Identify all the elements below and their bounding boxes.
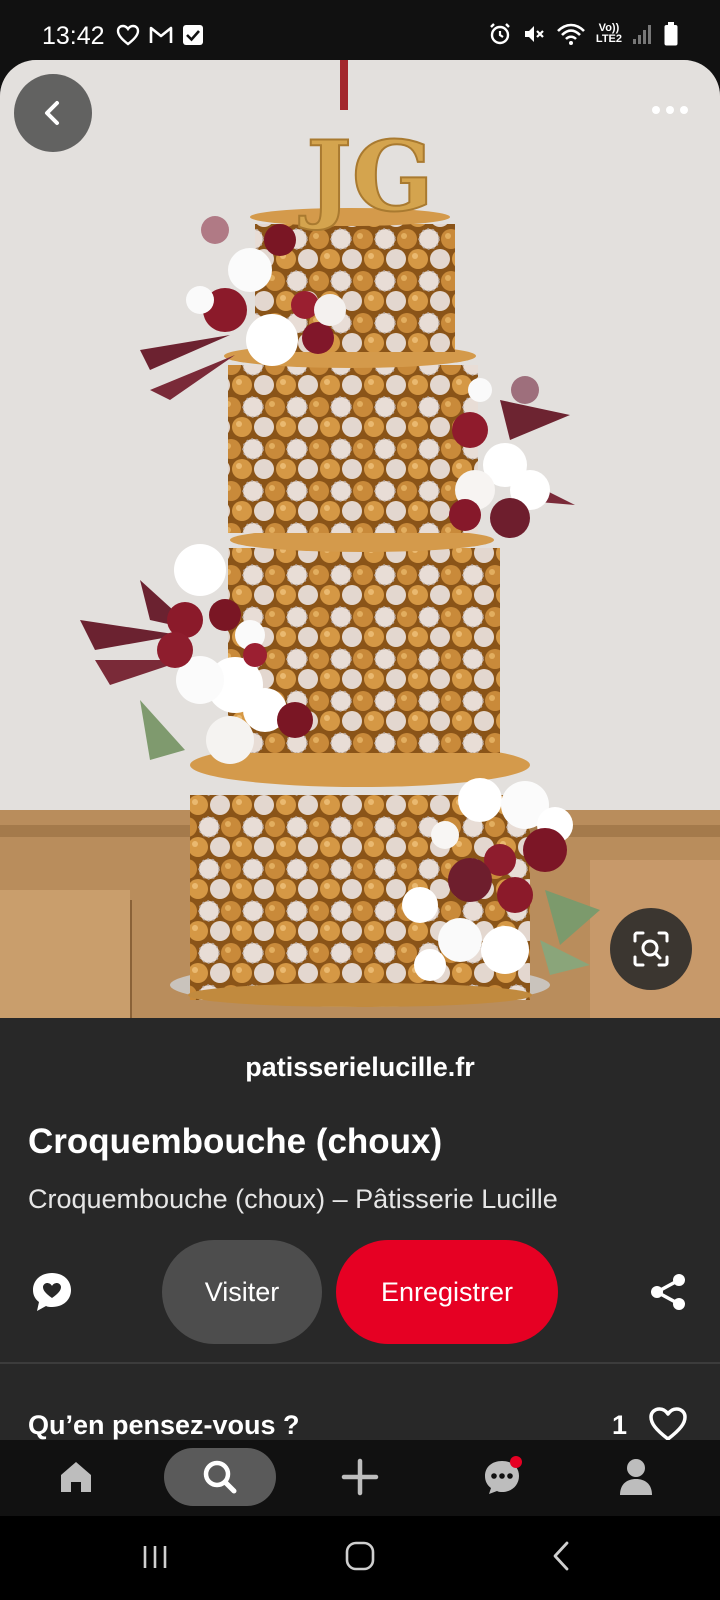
- status-left-icons: [116, 24, 204, 46]
- share-button[interactable]: [648, 1272, 688, 1312]
- status-bar: 13:42 Vo)) LTE2: [0, 0, 720, 62]
- wifi-icon: [557, 23, 585, 45]
- source-link[interactable]: patisserielucille.fr: [0, 1052, 720, 1083]
- croquembouche-image[interactable]: JG: [0, 60, 720, 1020]
- pin-title: Croquembouche (choux): [28, 1122, 443, 1161]
- heart-icon: [116, 24, 140, 46]
- profile-icon: [620, 1459, 652, 1495]
- battery-icon: [664, 22, 678, 46]
- bottom-navigation: [0, 1440, 720, 1516]
- topper-letters: JG: [298, 120, 433, 233]
- status-time: 13:42: [42, 22, 105, 50]
- visual-search-button[interactable]: [610, 908, 692, 990]
- back-icon[interactable]: [548, 1540, 576, 1572]
- search-icon: [203, 1460, 237, 1494]
- pin-detail-panel: patisserielucille.fr Croquembouche (chou…: [0, 1018, 720, 1441]
- more-dot: [666, 106, 674, 114]
- checkbox-icon: [183, 25, 203, 45]
- volte-icon: Vo)) LTE2: [595, 22, 622, 45]
- chevron-left-icon: [45, 101, 59, 125]
- create-icon: [341, 1458, 379, 1496]
- heart-outline-icon: [649, 1407, 687, 1441]
- pin-image-area[interactable]: JG: [0, 60, 720, 1020]
- nav-search[interactable]: [164, 1448, 276, 1506]
- system-navigation-bar: [0, 1516, 720, 1600]
- back-button[interactable]: [14, 74, 92, 152]
- home-button-icon[interactable]: [344, 1540, 376, 1572]
- share-icon: [651, 1274, 685, 1310]
- pin-description: Croquembouche (choux) – Pâtisserie Lucil…: [28, 1184, 558, 1214]
- home-icon: [61, 1462, 91, 1492]
- notification-dot: [510, 1456, 522, 1468]
- save-button[interactable]: Enregistrer: [336, 1240, 558, 1344]
- visual-search-icon: [633, 931, 669, 967]
- gmail-icon: [149, 26, 173, 43]
- nav-messages[interactable]: [472, 1448, 532, 1506]
- mute-icon: [524, 26, 544, 42]
- comment-button[interactable]: [30, 1270, 74, 1314]
- comments-prompt[interactable]: Qu’en pensez-vous ?: [28, 1410, 300, 1441]
- nav-profile[interactable]: [610, 1448, 662, 1506]
- status-right-icons: Vo)) LTE2: [488, 22, 678, 46]
- more-horizontal-icon: [652, 106, 660, 114]
- more-dot: [680, 106, 688, 114]
- nav-home[interactable]: [50, 1448, 102, 1506]
- nav-create[interactable]: [334, 1448, 386, 1506]
- signal-icon: [633, 25, 651, 44]
- comment-heart-icon: [33, 1273, 71, 1311]
- recents-icon[interactable]: [140, 1542, 170, 1572]
- reaction-count: 1: [612, 1410, 628, 1440]
- alarm-icon: [490, 23, 510, 45]
- more-options-button[interactable]: [640, 92, 700, 128]
- divider: [0, 1362, 720, 1364]
- visit-button[interactable]: Visiter: [162, 1240, 322, 1344]
